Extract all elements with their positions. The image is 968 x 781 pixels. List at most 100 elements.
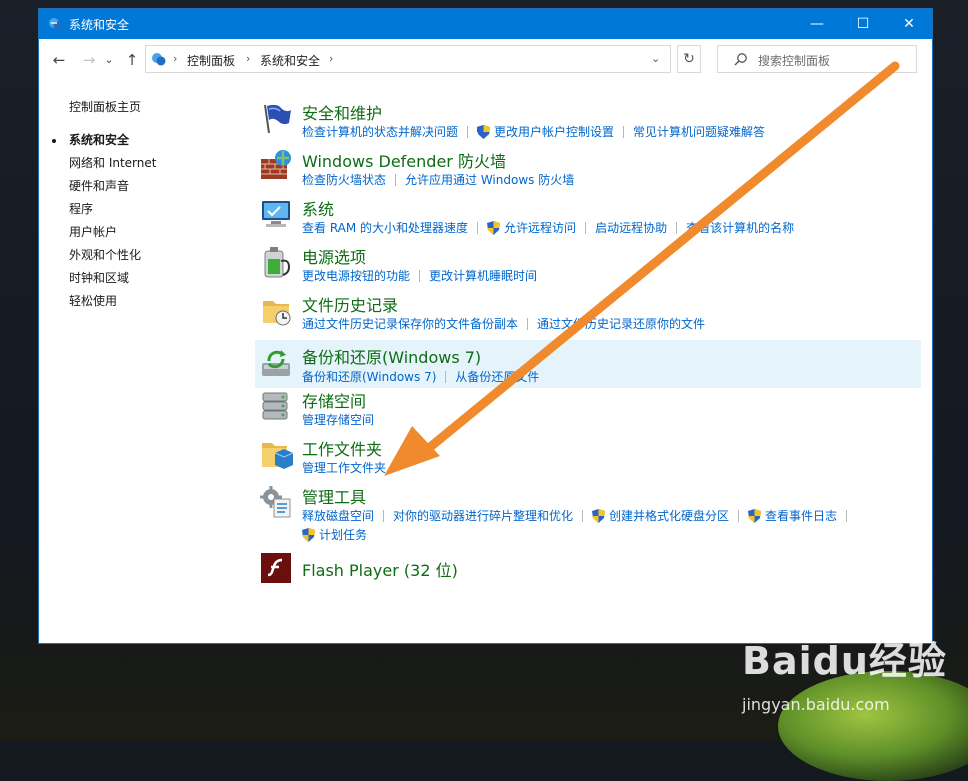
link-restore-files-history[interactable]: 通过文件历史记录还原你的文件: [537, 315, 705, 332]
link-launch-remote-assistance[interactable]: 启动远程协助: [595, 219, 667, 236]
flash-icon: [261, 553, 291, 583]
category-title[interactable]: 系统: [302, 196, 334, 220]
close-button[interactable]: ✕: [886, 9, 932, 39]
link-view-event-logs[interactable]: 查看事件日志: [765, 507, 837, 524]
category-title[interactable]: 文件历史记录: [302, 292, 398, 316]
sidebar-item-control-panel-home[interactable]: 控制面板主页: [69, 98, 141, 115]
uac-shield-icon: [592, 508, 606, 523]
control-panel-icon: [152, 53, 166, 66]
sidebar-item-appearance[interactable]: 外观和个性化: [69, 246, 141, 263]
link-free-disk-space[interactable]: 释放磁盘空间: [302, 507, 374, 524]
category-title[interactable]: 工作文件夹: [302, 436, 382, 460]
firewall-icon: [261, 150, 291, 179]
breadcrumb-separator-icon: ›: [329, 52, 334, 65]
link-allow-remote-access[interactable]: 允许远程访问: [504, 219, 576, 236]
forward-arrow-icon[interactable]: →: [80, 51, 98, 69]
category-work-folders: 工作文件夹 管理工作文件夹: [255, 433, 921, 479]
category-title[interactable]: Flash Player (32 位): [302, 557, 458, 581]
link-change-sleep-time[interactable]: 更改计算机睡眠时间: [429, 267, 537, 284]
sidebar-item-user-accounts[interactable]: 用户帐户: [69, 223, 117, 240]
link-divider: [585, 221, 587, 234]
category-links: 更改电源按钮的功能 更改计算机睡眠时间: [302, 267, 537, 284]
back-arrow-icon[interactable]: ←: [50, 51, 68, 69]
uac-shield-icon: [748, 508, 762, 523]
category-links: 检查防火墙状态 允许应用通过 Windows 防火墙: [302, 171, 574, 188]
link-check-firewall-status[interactable]: 检查防火墙状态: [302, 171, 386, 188]
link-divider: [383, 509, 385, 522]
sidebar-item-system-security[interactable]: 系统和安全: [69, 131, 129, 148]
link-divider: [419, 269, 421, 282]
uac-shield-icon: [477, 124, 491, 139]
link-change-uac-settings[interactable]: 更改用户帐户控制设置: [494, 123, 614, 140]
link-backup-restore-win7[interactable]: 备份和还原(Windows 7): [302, 368, 436, 385]
computer-icon: [262, 201, 290, 227]
battery-icon: [264, 247, 291, 278]
uac-shield-icon: [302, 527, 315, 542]
baidu-jingyan-logo: Baidu经验: [742, 639, 947, 683]
category-title[interactable]: 管理工具: [302, 484, 366, 508]
backup-icon: [262, 350, 290, 376]
link-view-ram-processor[interactable]: 查看 RAM 的大小和处理器速度: [302, 219, 468, 236]
recent-locations-chevron-icon[interactable]: ⌄: [104, 51, 114, 69]
sidebar-item-hardware-sound[interactable]: 硬件和声音: [69, 177, 129, 194]
search-input[interactable]: 搜索控制面板: [717, 45, 917, 73]
link-divider: [527, 317, 529, 330]
category-title[interactable]: Windows Defender 防火墙: [302, 148, 506, 172]
current-page-bullet: [52, 139, 56, 143]
category-title[interactable]: 备份和还原(Windows 7): [302, 344, 481, 368]
link-manage-work-folders[interactable]: 管理工作文件夹: [302, 459, 386, 476]
category-file-history: 文件历史记录 通过文件历史记录保存你的文件备份副本 通过文件历史记录还原你的文件: [255, 289, 921, 335]
link-power-button-function[interactable]: 更改电源按钮的功能: [302, 267, 410, 284]
link-create-format-partitions[interactable]: 创建并格式化硬盘分区: [609, 507, 729, 524]
category-links: 检查计算机的状态并解决问题 更改用户帐户控制设置 常见计算机问题疑难解答: [302, 123, 765, 140]
sidebar-item-ease-of-access[interactable]: 轻松使用: [69, 292, 117, 309]
link-restore-from-backup[interactable]: 从备份还原文件: [455, 368, 539, 385]
breadcrumb-system-security[interactable]: 系统和安全: [260, 52, 320, 69]
link-manage-storage-spaces[interactable]: 管理存储空间: [302, 411, 374, 428]
address-bar[interactable]: › 控制面板 › 系统和安全 › ⌄: [145, 45, 671, 73]
link-divider: [467, 125, 469, 138]
link-divider: [623, 125, 625, 138]
breadcrumb-control-panel[interactable]: 控制面板: [187, 52, 235, 69]
category-title[interactable]: 电源选项: [302, 244, 366, 268]
refresh-button[interactable]: ↻: [677, 45, 701, 73]
control-panel-window: 系统和安全 — ☐ ✕ ← → ⌄ ↑ › 控制面板 › 系统和安全 › ⌄ ↻…: [39, 9, 932, 643]
navigation-bar: ← → ⌄ ↑ › 控制面板 › 系统和安全 › ⌄ ↻ 搜索控制面板: [39, 39, 932, 81]
maximize-button[interactable]: ☐: [840, 9, 886, 39]
category-links: 管理工作文件夹: [302, 459, 386, 476]
title-bar[interactable]: 系统和安全 — ☐ ✕: [39, 9, 932, 39]
link-divider: [477, 221, 479, 234]
sidebar-item-programs[interactable]: 程序: [69, 200, 93, 217]
category-links: 备份和还原(Windows 7) 从备份还原文件: [302, 368, 539, 385]
category-system: 系统 查看 RAM 的大小和处理器速度 允许远程访问 启动远程协助 查看该计算机的名称: [255, 193, 921, 239]
category-links: 通过文件历史记录保存你的文件备份副本 通过文件历史记录还原你的文件: [302, 315, 705, 332]
category-title[interactable]: 安全和维护: [302, 100, 382, 124]
category-administrative-tools: 管理工具 释放磁盘空间 对你的驱动器进行碎片整理和优化 创建并格式化硬盘分区 查看事件…: [255, 481, 921, 545]
category-flash-player: Flash Player (32 位): [255, 549, 921, 589]
link-troubleshoot[interactable]: 常见计算机问题疑难解答: [633, 123, 765, 140]
link-divider: [445, 370, 447, 383]
flag-icon: [264, 104, 291, 134]
minimize-button[interactable]: —: [794, 9, 840, 39]
address-dropdown-icon[interactable]: ⌄: [651, 52, 660, 65]
category-backup-restore: 备份和还原(Windows 7) 备份和还原(Windows 7) 从备份还原文件: [255, 340, 921, 388]
link-defragment-optimize[interactable]: 对你的驱动器进行碎片整理和优化: [393, 507, 573, 524]
work-folders-icon: [262, 443, 293, 469]
category-power-options: 电源选项 更改电源按钮的功能 更改计算机睡眠时间: [255, 241, 921, 287]
category-links: 管理存储空间: [302, 411, 374, 428]
sidebar-item-network-internet[interactable]: 网络和 Internet: [69, 154, 156, 171]
link-schedule-tasks[interactable]: 计划任务: [319, 526, 367, 543]
link-allow-app-firewall[interactable]: 允许应用通过 Windows 防火墙: [405, 171, 574, 188]
window-title: 系统和安全: [69, 18, 130, 32]
up-arrow-icon[interactable]: ↑: [123, 51, 141, 69]
link-save-backup-copies[interactable]: 通过文件历史记录保存你的文件备份副本: [302, 315, 518, 332]
sidebar-item-clock-region[interactable]: 时钟和区域: [69, 269, 129, 286]
file-history-icon: [263, 301, 291, 326]
link-divider: [395, 173, 397, 186]
link-check-computer-status[interactable]: 检查计算机的状态并解决问题: [302, 123, 458, 140]
breadcrumb-separator-icon: ›: [173, 52, 178, 65]
link-view-computer-name[interactable]: 查看该计算机的名称: [686, 219, 794, 236]
category-windows-defender-firewall: Windows Defender 防火墙 检查防火墙状态 允许应用通过 Windo…: [255, 145, 921, 191]
uac-shield-icon: [487, 220, 501, 235]
category-title[interactable]: 存储空间: [302, 388, 366, 412]
